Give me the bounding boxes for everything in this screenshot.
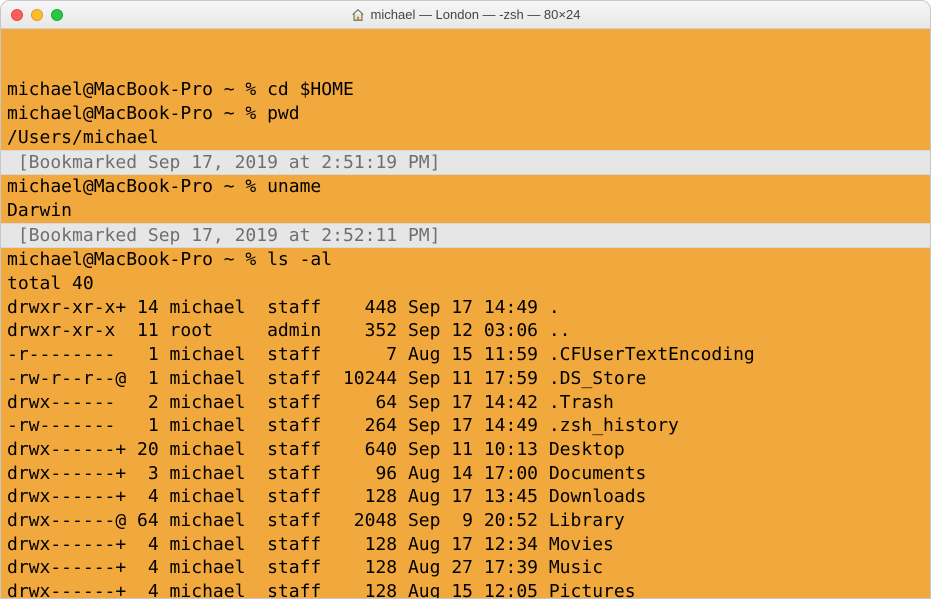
command-line: michael@MacBook-Pro ~ % ls -al bbox=[7, 248, 924, 272]
bookmark-line: [Bookmarked Sep 17, 2019 at 2:51:19 PM] bbox=[1, 150, 930, 176]
output-line: -rw-r--r--@ 1 michael staff 10244 Sep 11… bbox=[7, 367, 924, 391]
output-line: total 40 bbox=[7, 272, 924, 296]
output-line: drwx------+ 4 michael staff 128 Aug 27 1… bbox=[7, 556, 924, 580]
output-line: drwxr-xr-x 11 root admin 352 Sep 12 03:0… bbox=[7, 319, 924, 343]
titlebar[interactable]: michael — London — -zsh — 80×24 bbox=[1, 1, 930, 29]
command-line: michael@MacBook-Pro ~ % cd $HOME bbox=[7, 78, 924, 102]
window-title: michael — London — -zsh — 80×24 bbox=[1, 7, 930, 22]
home-icon bbox=[351, 8, 365, 22]
output-line: drwx------+ 20 michael staff 640 Sep 11 … bbox=[7, 438, 924, 462]
output-line: drwxr-xr-x+ 14 michael staff 448 Sep 17 … bbox=[7, 296, 924, 320]
command-line: michael@MacBook-Pro ~ % pwd bbox=[7, 102, 924, 126]
zoom-icon[interactable] bbox=[51, 9, 63, 21]
output-line: -r-------- 1 michael staff 7 Aug 15 11:5… bbox=[7, 343, 924, 367]
window-controls bbox=[1, 9, 63, 21]
output-line: drwx------+ 3 michael staff 96 Aug 14 17… bbox=[7, 462, 924, 486]
command-line: michael@MacBook-Pro ~ % uname bbox=[7, 175, 924, 199]
terminal-window: michael — London — -zsh — 80×24 michael@… bbox=[0, 0, 931, 599]
output-line: Darwin bbox=[7, 199, 924, 223]
close-icon[interactable] bbox=[11, 9, 23, 21]
output-line: drwx------@ 64 michael staff 2048 Sep 9 … bbox=[7, 509, 924, 533]
output-line: /Users/michael bbox=[7, 126, 924, 150]
output-line: drwx------+ 4 michael staff 128 Aug 17 1… bbox=[7, 485, 924, 509]
output-line: drwx------ 2 michael staff 64 Sep 17 14:… bbox=[7, 391, 924, 415]
output-line: -rw------- 1 michael staff 264 Sep 17 14… bbox=[7, 414, 924, 438]
terminal-content[interactable]: michael@MacBook-Pro ~ % cd $HOMEmichael@… bbox=[1, 29, 930, 598]
output-line: drwx------+ 4 michael staff 128 Aug 17 1… bbox=[7, 533, 924, 557]
output-line: drwx------+ 4 michael staff 128 Aug 15 1… bbox=[7, 580, 924, 598]
minimize-icon[interactable] bbox=[31, 9, 43, 21]
bookmark-line: [Bookmarked Sep 17, 2019 at 2:52:11 PM] bbox=[1, 223, 930, 249]
scrollbar[interactable] bbox=[914, 29, 930, 598]
window-title-text: michael — London — -zsh — 80×24 bbox=[371, 7, 581, 22]
